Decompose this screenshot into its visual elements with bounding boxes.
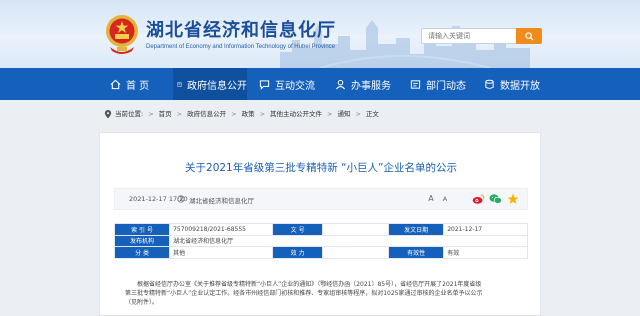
body-paragraph-line: 根据省经信厅办公室《关于推荐省级专精特新“小巨人”企业的通知》（鄂经信办函〔20…	[137, 281, 482, 288]
chat-icon	[259, 79, 270, 90]
doc-number-value	[322, 223, 390, 236]
category-label: 分 类	[113, 246, 171, 259]
article-card: 关于2021年省级第三批专精特新 “小巨人”企业名单的公示 2021-12-17…	[99, 132, 541, 316]
site-subtitle: Department of Economy and Information Te…	[146, 44, 335, 50]
effect-value	[322, 246, 390, 259]
document-info-table: 索 引 号 757009218/2021-68555 文 号 发文日期 2021…	[113, 223, 528, 259]
table-row: 索 引 号 757009218/2021-68555 文 号 发文日期 2021…	[113, 223, 528, 236]
breadcrumb-item-other-files[interactable]: 其他主动公开文件	[270, 108, 322, 120]
document-icon	[177, 81, 182, 87]
category-value: 其他	[169, 246, 274, 259]
breadcrumb-separator: >	[355, 110, 361, 118]
favorite-star-icon[interactable]	[507, 193, 519, 205]
nav-item-label: 数据开放	[500, 80, 540, 92]
site-header: 湖北省经济和信息化厅 Department of Economy and Inf…	[0, 0, 640, 68]
index-label: 索 引 号	[113, 223, 171, 236]
breadcrumb-item-home[interactable]: 首页	[159, 108, 172, 120]
breadcrumb: 当前位置: > 首页 > 政府信息公开 > 政策 > 其他主动公开文件 > 通知…	[104, 108, 379, 120]
table-row: 发布机构 湖北省经济和信息化厅	[113, 234, 528, 247]
data-icon	[485, 79, 494, 89]
font-size-large-button[interactable]: A	[426, 193, 436, 205]
nav-item-home[interactable]: 首 页	[110, 68, 149, 100]
nav-item-gov-info[interactable]: 政府信息公开	[173, 68, 247, 100]
home-icon	[110, 79, 121, 89]
nav-item-open-data[interactable]: 数据开放	[484, 68, 540, 100]
news-icon	[410, 79, 421, 89]
nav-item-label: 首 页	[126, 80, 150, 92]
validity-value: 有效	[443, 246, 528, 259]
breadcrumb-separator: >	[231, 110, 237, 118]
nav-item-department-news[interactable]: 部门动态	[410, 68, 466, 100]
body-paragraph-line: （见附件）。	[125, 299, 159, 306]
service-icon	[335, 79, 346, 89]
font-size-small-button[interactable]: A	[440, 193, 450, 205]
site-title: 湖北省经济和信息化厅	[146, 20, 336, 41]
index-value: 757009218/2021-68555	[169, 223, 274, 236]
validity-label: 有效性	[388, 246, 445, 259]
article-title: 关于2021年省级第三批专精特新 “小巨人”企业名单的公示	[185, 162, 457, 174]
breadcrumb-prefix: 当前位置:	[115, 110, 144, 118]
nav-item-label: 办事服务	[351, 80, 391, 92]
wechat-share-icon[interactable]	[489, 193, 502, 205]
search-button[interactable]	[516, 28, 542, 44]
nav-item-interaction[interactable]: 互动交流	[259, 68, 315, 100]
breadcrumb-item-notice[interactable]: 通知	[337, 108, 350, 120]
main-nav: 首 页 政府信息公开 互动交流 办事服务 部门动态 数据开放	[0, 68, 640, 100]
breadcrumb-separator: >	[259, 110, 266, 118]
search-icon	[524, 31, 534, 41]
table-row: 分 类 其他 效 力 有效性 有效	[113, 246, 528, 259]
breadcrumb-item-gov-info[interactable]: 政府信息公开	[187, 108, 226, 120]
breadcrumb-separator: >	[327, 110, 333, 118]
breadcrumb-separator: >	[176, 110, 183, 118]
effect-label: 效 力	[272, 246, 324, 259]
nav-item-label: 部门动态	[426, 80, 466, 92]
body-paragraph-line: 第三批专精特新“小巨人”企业认定工作。经各市州经信部门初核和推荐、专家组审核等程…	[125, 290, 483, 297]
article-source: 湖北省经济和信息化厅	[189, 197, 254, 205]
national-emblem-icon	[106, 15, 138, 54]
location-pin-icon	[104, 109, 112, 119]
breadcrumb-item-current: 正文	[365, 110, 379, 118]
source-icon	[177, 195, 185, 203]
breadcrumb-separator: >	[148, 110, 154, 118]
doc-number-label: 文 号	[272, 223, 324, 236]
breadcrumb-item-policy[interactable]: 政策	[242, 108, 255, 120]
publisher-label: 发布机构	[113, 234, 171, 247]
nav-item-label: 互动交流	[275, 80, 315, 92]
issue-date-value: 2021-12-17	[443, 223, 528, 236]
nav-item-services[interactable]: 办事服务	[335, 68, 391, 100]
article-body: 根据省经信厅办公室《关于推荐省级专精特新“小巨人”企业的通知》（鄂经信办函〔20…	[125, 280, 517, 307]
weibo-share-icon[interactable]	[472, 193, 485, 205]
article-meta-bar: 2021-12-17 17:20 湖北省经济和信息化厅 A A	[114, 188, 528, 210]
issue-date-label: 发文日期	[388, 223, 445, 236]
nav-item-label: 政府信息公开	[187, 80, 247, 92]
publisher-value: 湖北省经济和信息化厅	[169, 234, 528, 247]
